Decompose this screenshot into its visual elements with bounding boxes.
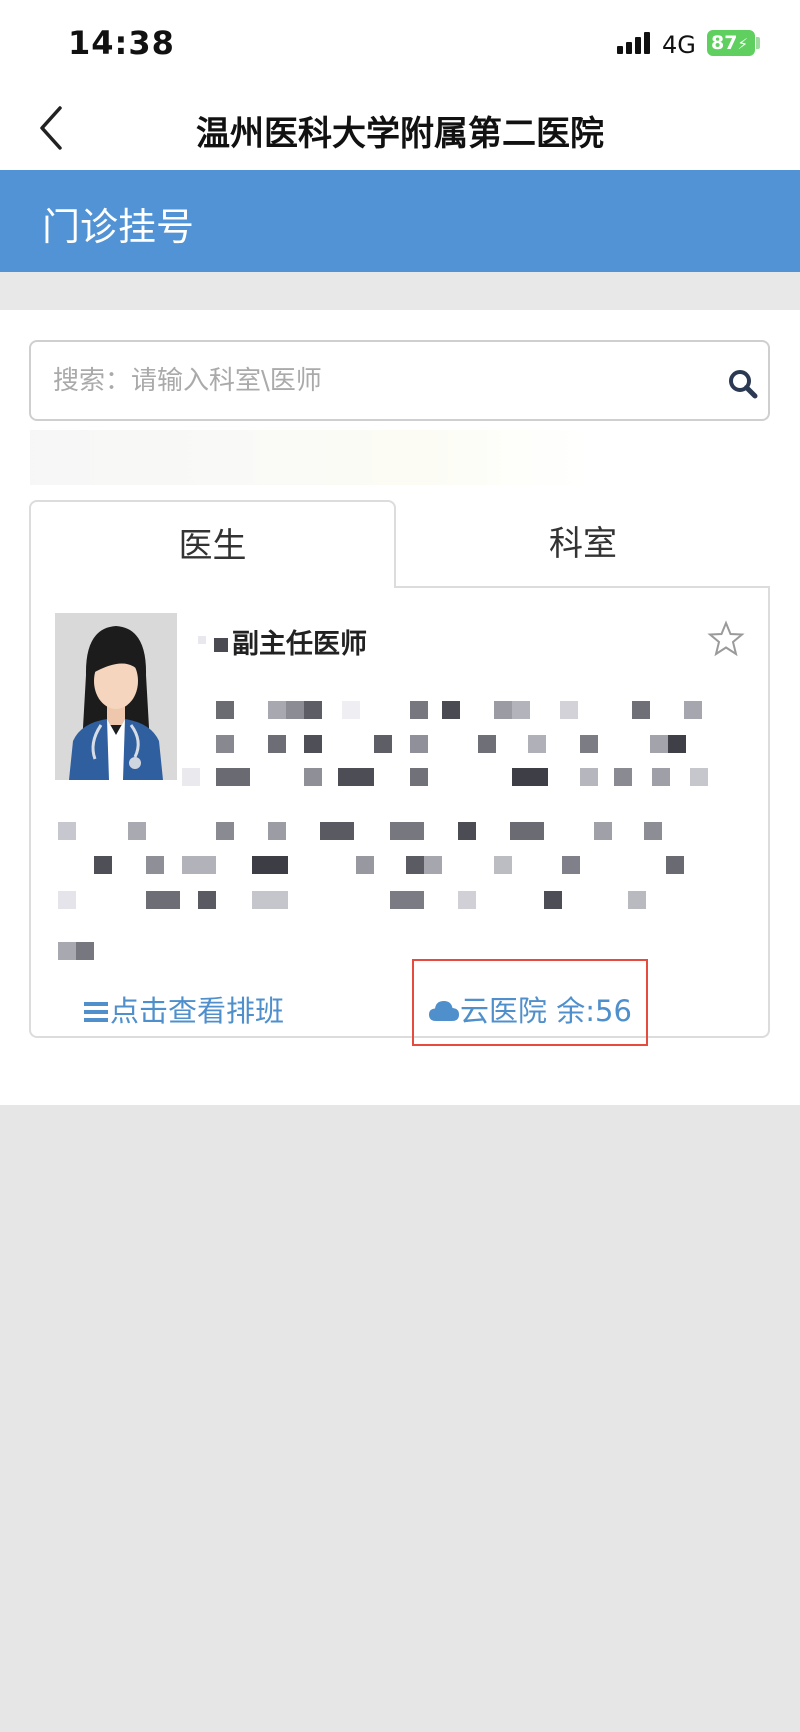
battery-level: 87 [711, 32, 738, 54]
nav-bar: 温州医科大学附属第二医院 [0, 88, 800, 170]
divider-strip [0, 272, 800, 310]
page-title: 温州医科大学附属第二医院 [196, 114, 604, 154]
doctor-avatar-icon [55, 613, 177, 780]
section-title: 门诊挂号 [42, 205, 195, 249]
signal-icon [617, 32, 651, 54]
doctor-avatar [55, 613, 177, 780]
redacted-text-line [58, 891, 722, 909]
search-box[interactable] [29, 340, 770, 421]
search-input[interactable] [53, 360, 673, 402]
status-time: 14:38 [68, 24, 175, 62]
view-schedule-link[interactable]: 点击查看排班 [84, 988, 284, 1030]
cloud-hospital-button[interactable]: 云医院 余:56 [428, 988, 632, 1030]
cloud-icon [429, 1001, 459, 1021]
redacted-text-line [182, 701, 722, 719]
view-schedule-label: 点击查看排班 [110, 994, 285, 1028]
chevron-left-icon [40, 106, 62, 150]
menu-list-icon [84, 1002, 108, 1022]
redacted-text-line [182, 735, 722, 753]
battery-icon: 87⚡ [707, 30, 755, 56]
back-button[interactable] [30, 100, 86, 156]
search-icon[interactable] [727, 368, 759, 400]
redacted-text-line [58, 942, 98, 960]
remaining-slots: 余:56 [556, 994, 632, 1028]
tab-doctor[interactable]: 医生 [29, 500, 396, 588]
redacted-name-block [198, 636, 228, 652]
redacted-text-line [58, 856, 722, 874]
blurred-banner [30, 430, 590, 485]
favorite-star-icon[interactable] [707, 620, 745, 658]
doctor-title: 副主任医师 [232, 629, 367, 660]
battery-tip [756, 37, 760, 49]
redacted-text-line [182, 768, 722, 786]
tab-department[interactable]: 科室 [396, 500, 770, 588]
status-bar: 14:38 4G 87⚡ [0, 0, 800, 88]
network-label: 4G [662, 31, 696, 59]
section-header: 门诊挂号 [0, 170, 800, 272]
cloud-hospital-label: 云医院 [460, 994, 548, 1028]
redacted-text-line [58, 822, 722, 840]
